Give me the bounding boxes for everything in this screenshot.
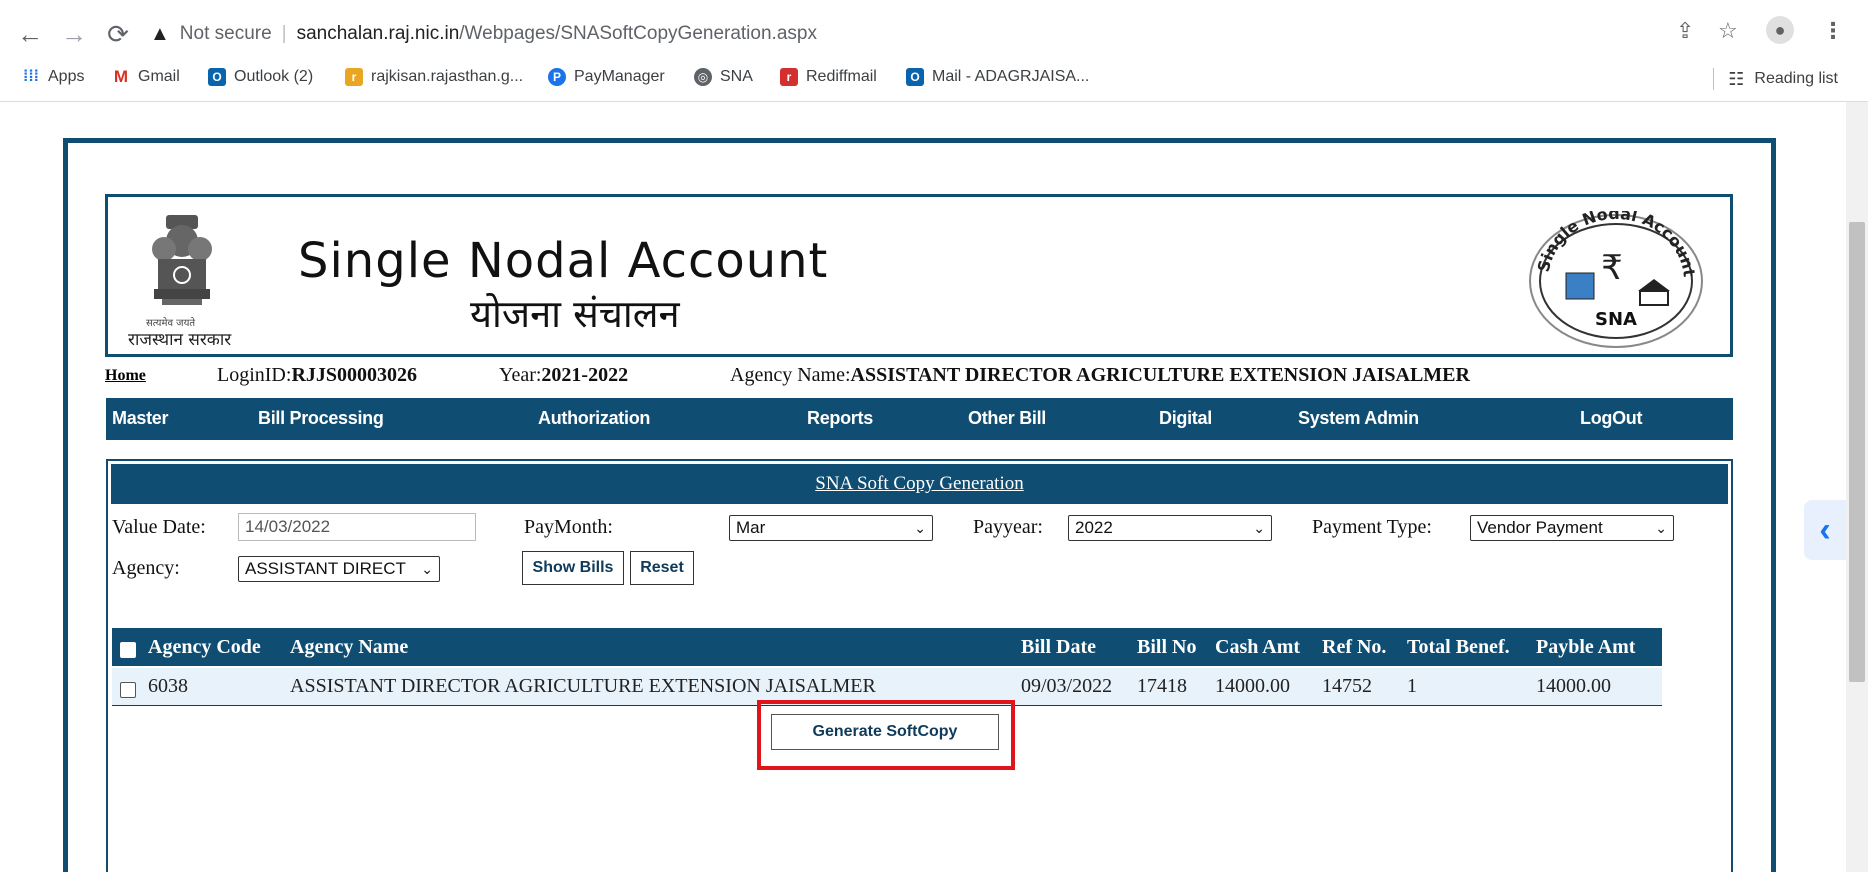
payment-type-select[interactable]: Vendor Payment ⌄ (1470, 515, 1674, 541)
col-bill-date: Bill Date (1021, 636, 1096, 658)
col-agency-name: Agency Name (290, 636, 409, 658)
bookmark-apps[interactable]: ⁞⁞⁞ Apps (22, 68, 84, 86)
side-panel-chevron-icon[interactable]: ‹ (1804, 500, 1846, 560)
outlook-icon: O (208, 68, 226, 86)
url-path: /Webpages/SNASoftCopyGeneration.aspx (459, 23, 817, 44)
cell-cash-amt: 14000.00 (1215, 675, 1290, 697)
warning-icon: ▲ (150, 22, 170, 45)
state-emblem-icon (152, 215, 212, 305)
url-separator: | (281, 23, 287, 44)
chevron-down-icon: ⌄ (1253, 520, 1265, 536)
session-info-row: Home LoginID:RJJS00003026 Year:2021-2022… (105, 362, 1733, 392)
menu-reports[interactable]: Reports (807, 408, 873, 429)
row-checkbox[interactable] (120, 678, 136, 701)
svg-text:SNA: SNA (1595, 309, 1637, 330)
col-payble-amt: Payble Amt (1536, 636, 1636, 658)
login-id: LoginID:RJJS00003026 (217, 364, 418, 386)
divider (1713, 68, 1715, 90)
reset-button[interactable]: Reset (630, 551, 694, 585)
agency-select[interactable]: ASSISTANT DIRECT ⌄ (238, 556, 440, 582)
browser-toolbar: ← → ⟳ ▲ Not secure | sanchalan.raj.nic.i… (0, 0, 1868, 66)
chevron-down-icon: ⌄ (421, 561, 433, 577)
col-ref-no: Ref No. (1322, 636, 1387, 658)
emblem-caption: राजस्थान सरकार (128, 330, 232, 350)
col-cash-amt: Cash Amt (1215, 636, 1301, 658)
site-subtitle: योजना संचालन (470, 292, 680, 336)
cell-agency-name: ASSISTANT DIRECTOR AGRICULTURE EXTENSION… (290, 675, 876, 697)
bookmark-outlook[interactable]: O Outlook (2) (208, 68, 313, 86)
chevron-down-icon: ⌄ (1655, 520, 1667, 536)
col-bill-no: Bill No (1137, 636, 1197, 658)
menu-logout[interactable]: LogOut (1580, 408, 1642, 429)
share-icon[interactable]: ⇪ (1676, 18, 1694, 44)
select-all-checkbox[interactable] (120, 638, 136, 661)
not-secure-label: Not secure (179, 23, 272, 44)
paymonth-label: PayMonth: (524, 516, 613, 538)
scroll-thumb[interactable] (1849, 222, 1865, 682)
menu-master[interactable]: Master (112, 408, 169, 429)
bookmark-rediffmail[interactable]: r Rediffmail (780, 68, 877, 86)
reading-list[interactable]: ☷ Reading list (1713, 68, 1838, 90)
generate-softcopy-button[interactable]: Generate SoftCopy (771, 714, 999, 750)
form-title-bar: SNA Soft Copy Generation (111, 464, 1728, 504)
menu-dots-icon[interactable]: ⋮ (1822, 18, 1844, 44)
menu-other-bill[interactable]: Other Bill (968, 408, 1046, 429)
agency-label: Agency: (112, 557, 180, 579)
paymanager-icon: P (548, 68, 566, 86)
cell-ref-no: 14752 (1322, 675, 1372, 697)
bookmark-sna[interactable]: ◎ SNA (694, 68, 753, 86)
value-date-label: Value Date: (112, 516, 206, 538)
bookmark-mail[interactable]: O Mail - ADAGRJAISA... (906, 68, 1089, 86)
year-info: Year:2021-2022 (499, 364, 629, 386)
menu-digital[interactable]: Digital (1159, 408, 1212, 429)
value-date-input[interactable]: 14/03/2022 (238, 513, 476, 541)
sna-logo-icon: Single Nodal Account ₹ SNA (1529, 211, 1703, 348)
apps-grid-icon: ⁞⁞⁞ (23, 68, 39, 85)
bookmark-paymanager[interactable]: P PayManager (548, 68, 665, 86)
address-bar[interactable]: ▲ Not secure | sanchalan.raj.nic.in/Webp… (150, 14, 1670, 54)
payment-type-label: Payment Type: (1312, 516, 1432, 538)
col-total-benef: Total Benef. (1407, 636, 1510, 658)
svg-text:₹: ₹ (1601, 248, 1623, 288)
menu-bill-processing[interactable]: Bill Processing (258, 408, 384, 429)
page-scrollbar[interactable] (1846, 102, 1868, 872)
bookmark-rajkisan[interactable]: r rajkisan.rajasthan.g... (345, 68, 523, 86)
menu-authorization[interactable]: Authorization (538, 408, 650, 429)
bookmark-star-icon[interactable]: ☆ (1718, 18, 1738, 44)
site-header: सत्यमेव जयते राजस्थान सरकार Single Nodal… (105, 194, 1733, 357)
form-title: SNA Soft Copy Generation (815, 473, 1024, 494)
rediff-icon: r (780, 68, 798, 86)
gmail-icon: M (113, 67, 129, 86)
menu-system-admin[interactable]: System Admin (1298, 408, 1419, 429)
show-bills-button[interactable]: Show Bills (522, 551, 624, 585)
bookmark-gmail[interactable]: M Gmail (112, 68, 180, 86)
reload-icon[interactable]: ⟳ (102, 18, 134, 50)
paymonth-select[interactable]: Mar ⌄ (729, 515, 933, 541)
payyear-label: Payyear: (973, 516, 1043, 538)
back-icon[interactable]: ← (14, 18, 46, 50)
globe-icon: ◎ (694, 68, 712, 86)
bookmarks-bar: ⁞⁞⁞ Apps M Gmail O Outlook (2) r rajkisan.ra… (0, 60, 1868, 102)
chevron-down-icon: ⌄ (914, 520, 926, 536)
url-host: sanchalan.raj.nic.in (296, 23, 460, 44)
main-menu: Master Bill Processing Authorization Rep… (106, 398, 1733, 440)
profile-icon[interactable]: ● (1766, 16, 1794, 44)
col-agency-code: Agency Code (148, 636, 261, 658)
payyear-select[interactable]: 2022 ⌄ (1068, 515, 1272, 541)
bills-table-header: Agency Code Agency Name Bill Date Bill N… (112, 628, 1662, 666)
home-link[interactable]: Home (105, 367, 146, 385)
cell-payble-amt: 14000.00 (1536, 675, 1611, 697)
cell-total-benef: 1 (1407, 675, 1417, 697)
cell-bill-no: 17418 (1137, 675, 1187, 697)
rajkisan-icon: r (345, 68, 363, 86)
reading-list-icon: ☷ (1728, 68, 1745, 89)
outlook-icon: O (906, 68, 924, 86)
agency-name-info: Agency Name:ASSISTANT DIRECTOR AGRICULTU… (730, 364, 1470, 386)
cell-bill-date: 09/03/2022 (1021, 675, 1113, 697)
cell-agency-code: 6038 (148, 675, 188, 697)
forward-icon[interactable]: → (58, 18, 90, 50)
site-title: Single Nodal Account (298, 233, 829, 289)
